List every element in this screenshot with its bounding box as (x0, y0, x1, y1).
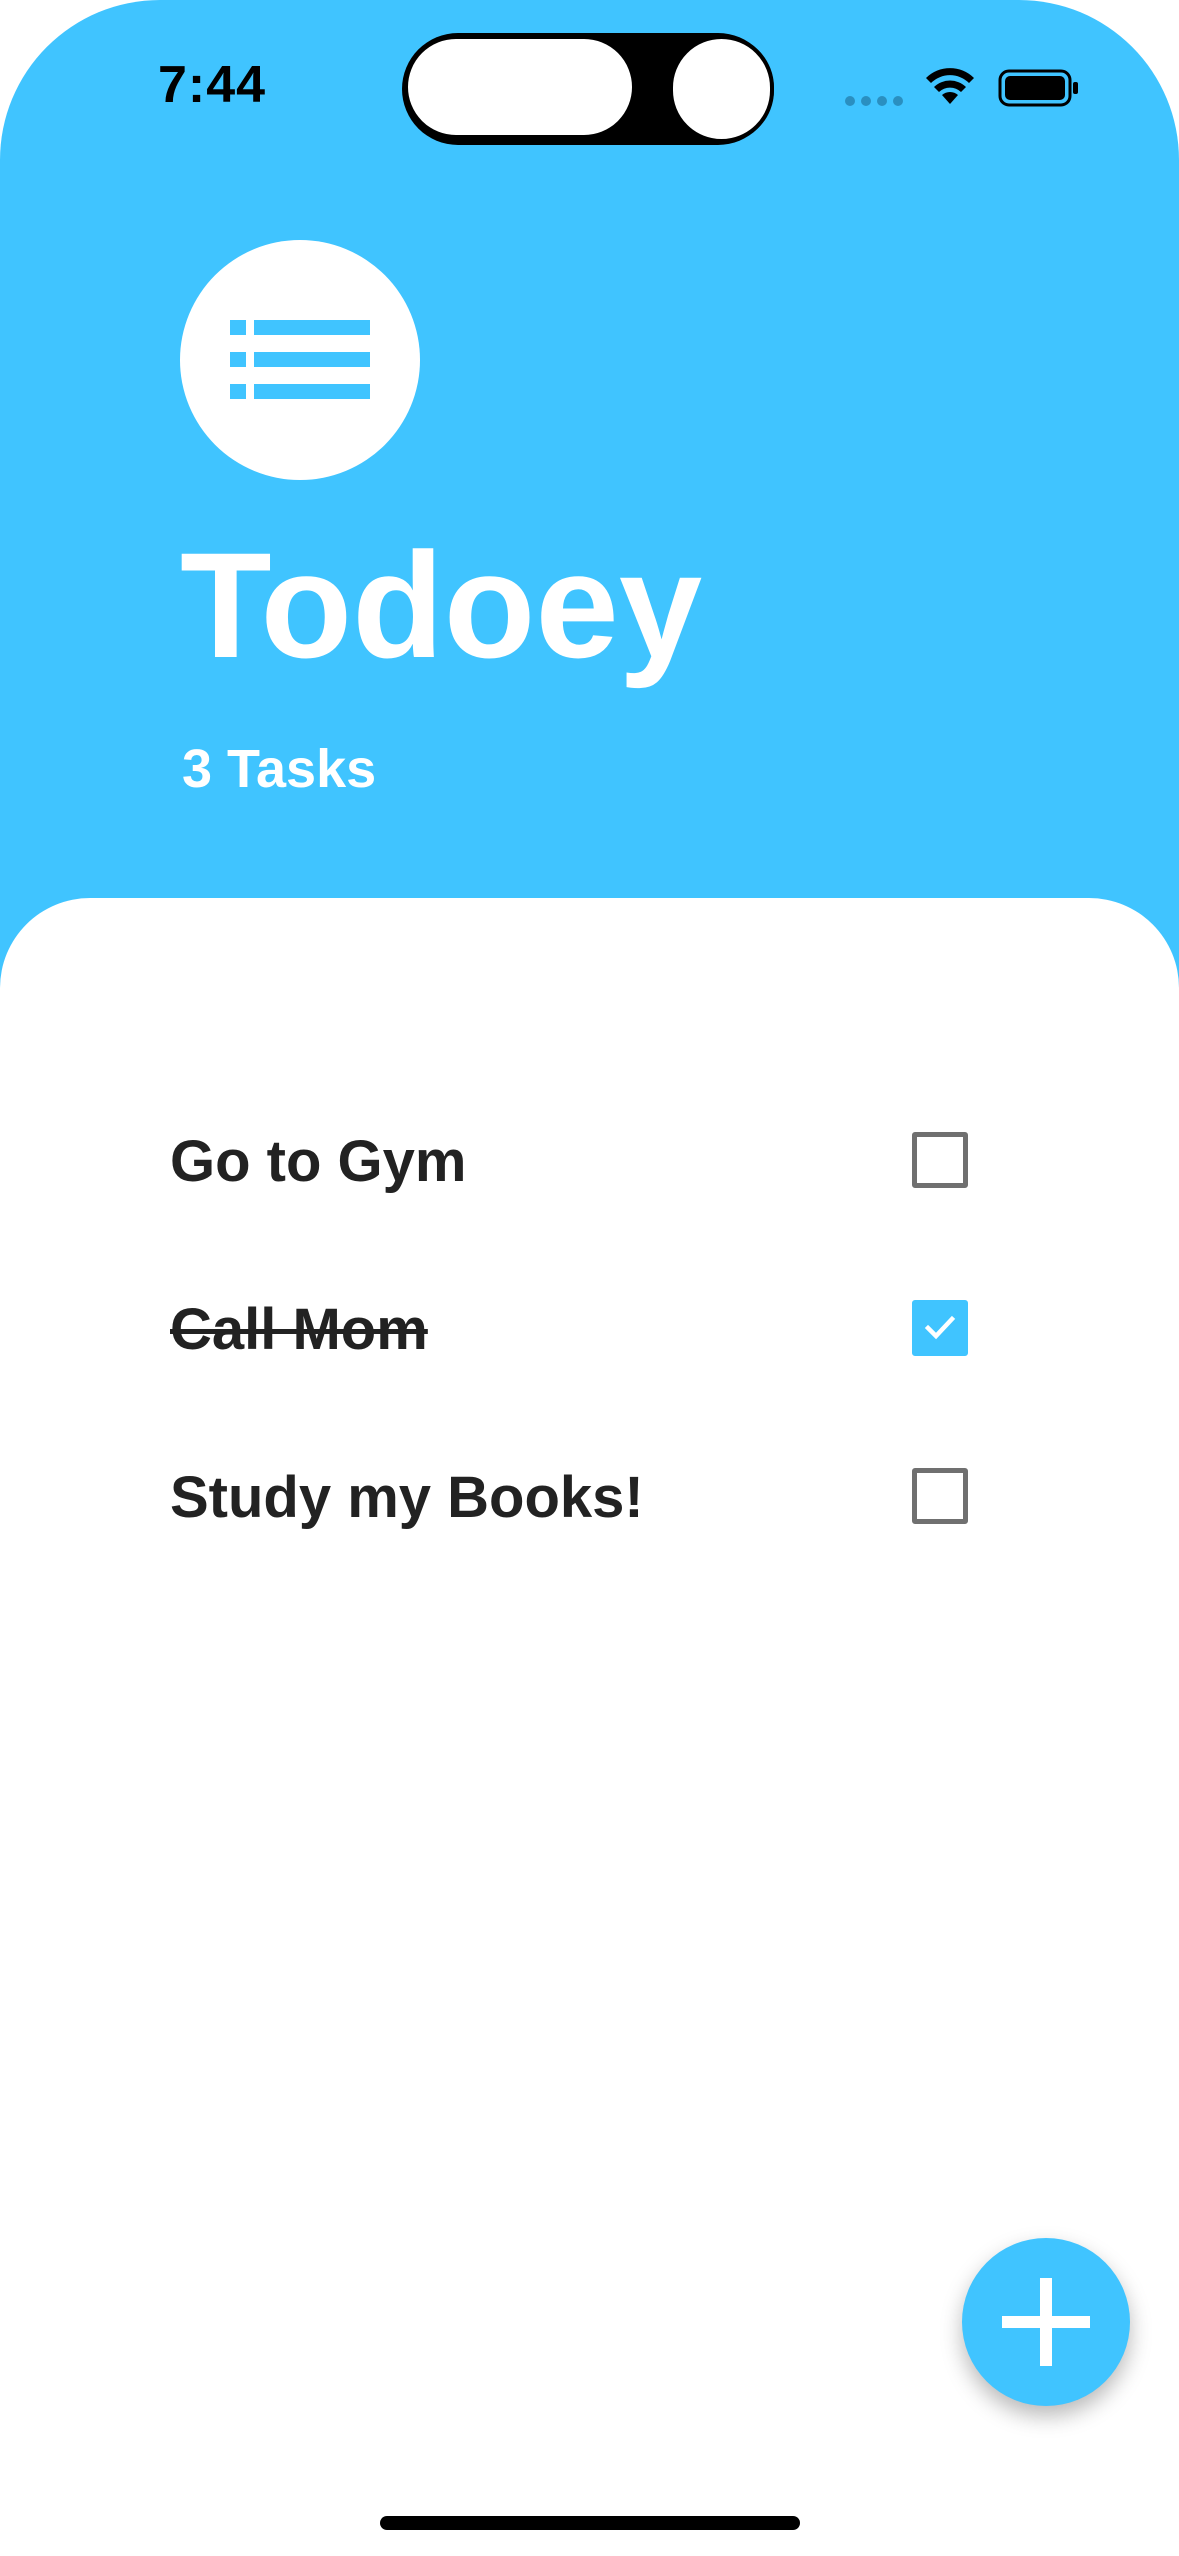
status-time: 7:44 (158, 56, 267, 114)
task-row[interactable]: Call Mom (170, 1278, 970, 1378)
dynamic-island-right (669, 35, 774, 143)
task-row[interactable]: Go to Gym (170, 1110, 970, 1210)
header: 7:44 Todoey 3 Tasks (0, 0, 1179, 1000)
task-label: Call Mom (170, 1297, 428, 1362)
app-title: Todoey (180, 521, 703, 689)
plus-icon (1002, 2278, 1090, 2366)
dynamic-island-left (404, 35, 636, 139)
list-icon (230, 320, 370, 399)
task-row[interactable]: Study my Books! (170, 1446, 970, 1546)
task-checkbox[interactable] (912, 1300, 968, 1356)
task-label: Go to Gym (170, 1129, 467, 1194)
add-task-button[interactable] (962, 2238, 1130, 2406)
cellular-signal-icon (845, 96, 903, 106)
app-logo (180, 240, 420, 480)
task-count: 3 Tasks (182, 739, 377, 799)
task-checkbox[interactable] (912, 1468, 968, 1524)
checkmark-icon (924, 1315, 956, 1340)
battery-icon (998, 69, 1078, 107)
home-indicator[interactable] (380, 2516, 800, 2530)
wifi-icon (926, 68, 974, 104)
task-label: Study my Books! (170, 1465, 644, 1530)
app-screen: 7:44 Todoey 3 Tasks Go to Gym Call Mom S… (0, 0, 1179, 2556)
task-checkbox[interactable] (912, 1132, 968, 1188)
